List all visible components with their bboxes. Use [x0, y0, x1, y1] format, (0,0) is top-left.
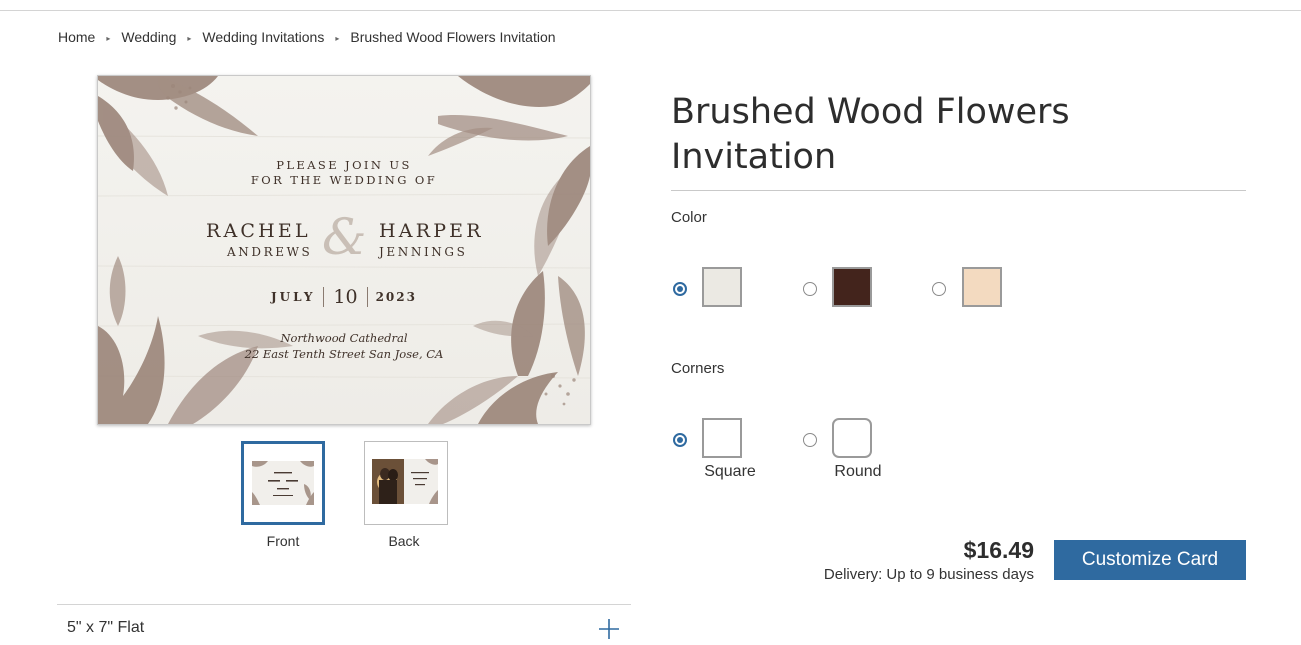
card-date: JULY 10 2023 — [98, 287, 590, 307]
card-month: JULY — [271, 290, 316, 304]
card-day: 10 — [323, 287, 368, 307]
price: $16.49 — [963, 537, 1034, 563]
thumbnail-front[interactable] — [241, 441, 325, 525]
thumbnail-front-label: Front — [266, 533, 300, 549]
card-invite-line2: FOR THE WEDDING OF — [250, 173, 438, 187]
breadcrumb-separator-icon: ▸ — [335, 33, 340, 43]
breadcrumb-current: Brushed Wood Flowers Invitation — [350, 29, 556, 45]
customize-card-button[interactable]: Customize Card — [1054, 540, 1246, 580]
color-label: Color — [671, 209, 707, 226]
card-invite-line1: PLEASE JOIN US — [276, 158, 412, 172]
corner-option-square[interactable] — [702, 418, 742, 458]
card-year: 2023 — [375, 290, 417, 304]
corners-label: Corners — [671, 360, 725, 377]
corner-label-round: Round — [834, 463, 882, 480]
size-label[interactable]: 5" x 7" Flat — [67, 619, 144, 637]
card-name1-first: RACHEL — [206, 220, 311, 242]
card-name2-last: JENNINGS — [379, 245, 468, 259]
title-divider — [671, 190, 1246, 191]
top-divider — [0, 10, 1301, 11]
color-swatch-white[interactable] — [702, 267, 742, 307]
card-venue-line1: Northwood Cathedral — [280, 331, 408, 345]
card-ampersand: & — [322, 208, 367, 266]
card-venue: Northwood Cathedral 22 East Tenth Street… — [98, 330, 590, 362]
card-name2-first: HARPER — [379, 220, 484, 242]
delivery-info: Delivery: Up to 9 business days — [823, 566, 1034, 583]
color-radio-white[interactable] — [673, 282, 687, 296]
thumbnail-back[interactable] — [364, 441, 448, 525]
breadcrumb-wedding[interactable]: Wedding — [121, 29, 176, 45]
front-thumbnail-image — [244, 444, 322, 522]
breadcrumb-separator-icon: ▸ — [106, 33, 111, 43]
breadcrumb-separator-icon: ▸ — [187, 33, 192, 43]
card-invite-text: PLEASE JOIN US FOR THE WEDDING OF — [98, 158, 590, 188]
color-radio-brown[interactable] — [803, 282, 817, 296]
thumbnail-back-label: Back — [388, 533, 420, 549]
plus-icon[interactable] — [598, 618, 620, 640]
card-name1-last: ANDREWS — [227, 245, 313, 259]
corner-label-square: Square — [704, 463, 756, 480]
product-title: Brushed Wood Flowers Invitation — [671, 92, 1070, 177]
color-radio-peach[interactable] — [932, 282, 946, 296]
size-divider — [57, 604, 631, 605]
card-text: PLEASE JOIN US FOR THE WEDDING OF & RACH… — [98, 76, 590, 424]
breadcrumb-home[interactable]: Home — [58, 29, 95, 45]
color-swatch-brown[interactable] — [832, 267, 872, 307]
breadcrumb-wedding-invitations[interactable]: Wedding Invitations — [202, 29, 324, 45]
corner-radio-square[interactable] — [673, 433, 687, 447]
corner-radio-round[interactable] — [803, 433, 817, 447]
breadcrumb: Home ▸ Wedding ▸ Wedding Invitations ▸ B… — [58, 29, 556, 45]
color-swatch-peach[interactable] — [962, 267, 1002, 307]
card-venue-line2: 22 East Tenth Street San Jose, CA — [244, 347, 444, 361]
card-preview: PLEASE JOIN US FOR THE WEDDING OF & RACH… — [97, 75, 591, 425]
corner-option-round[interactable] — [832, 418, 872, 458]
back-thumbnail-image — [365, 442, 447, 524]
